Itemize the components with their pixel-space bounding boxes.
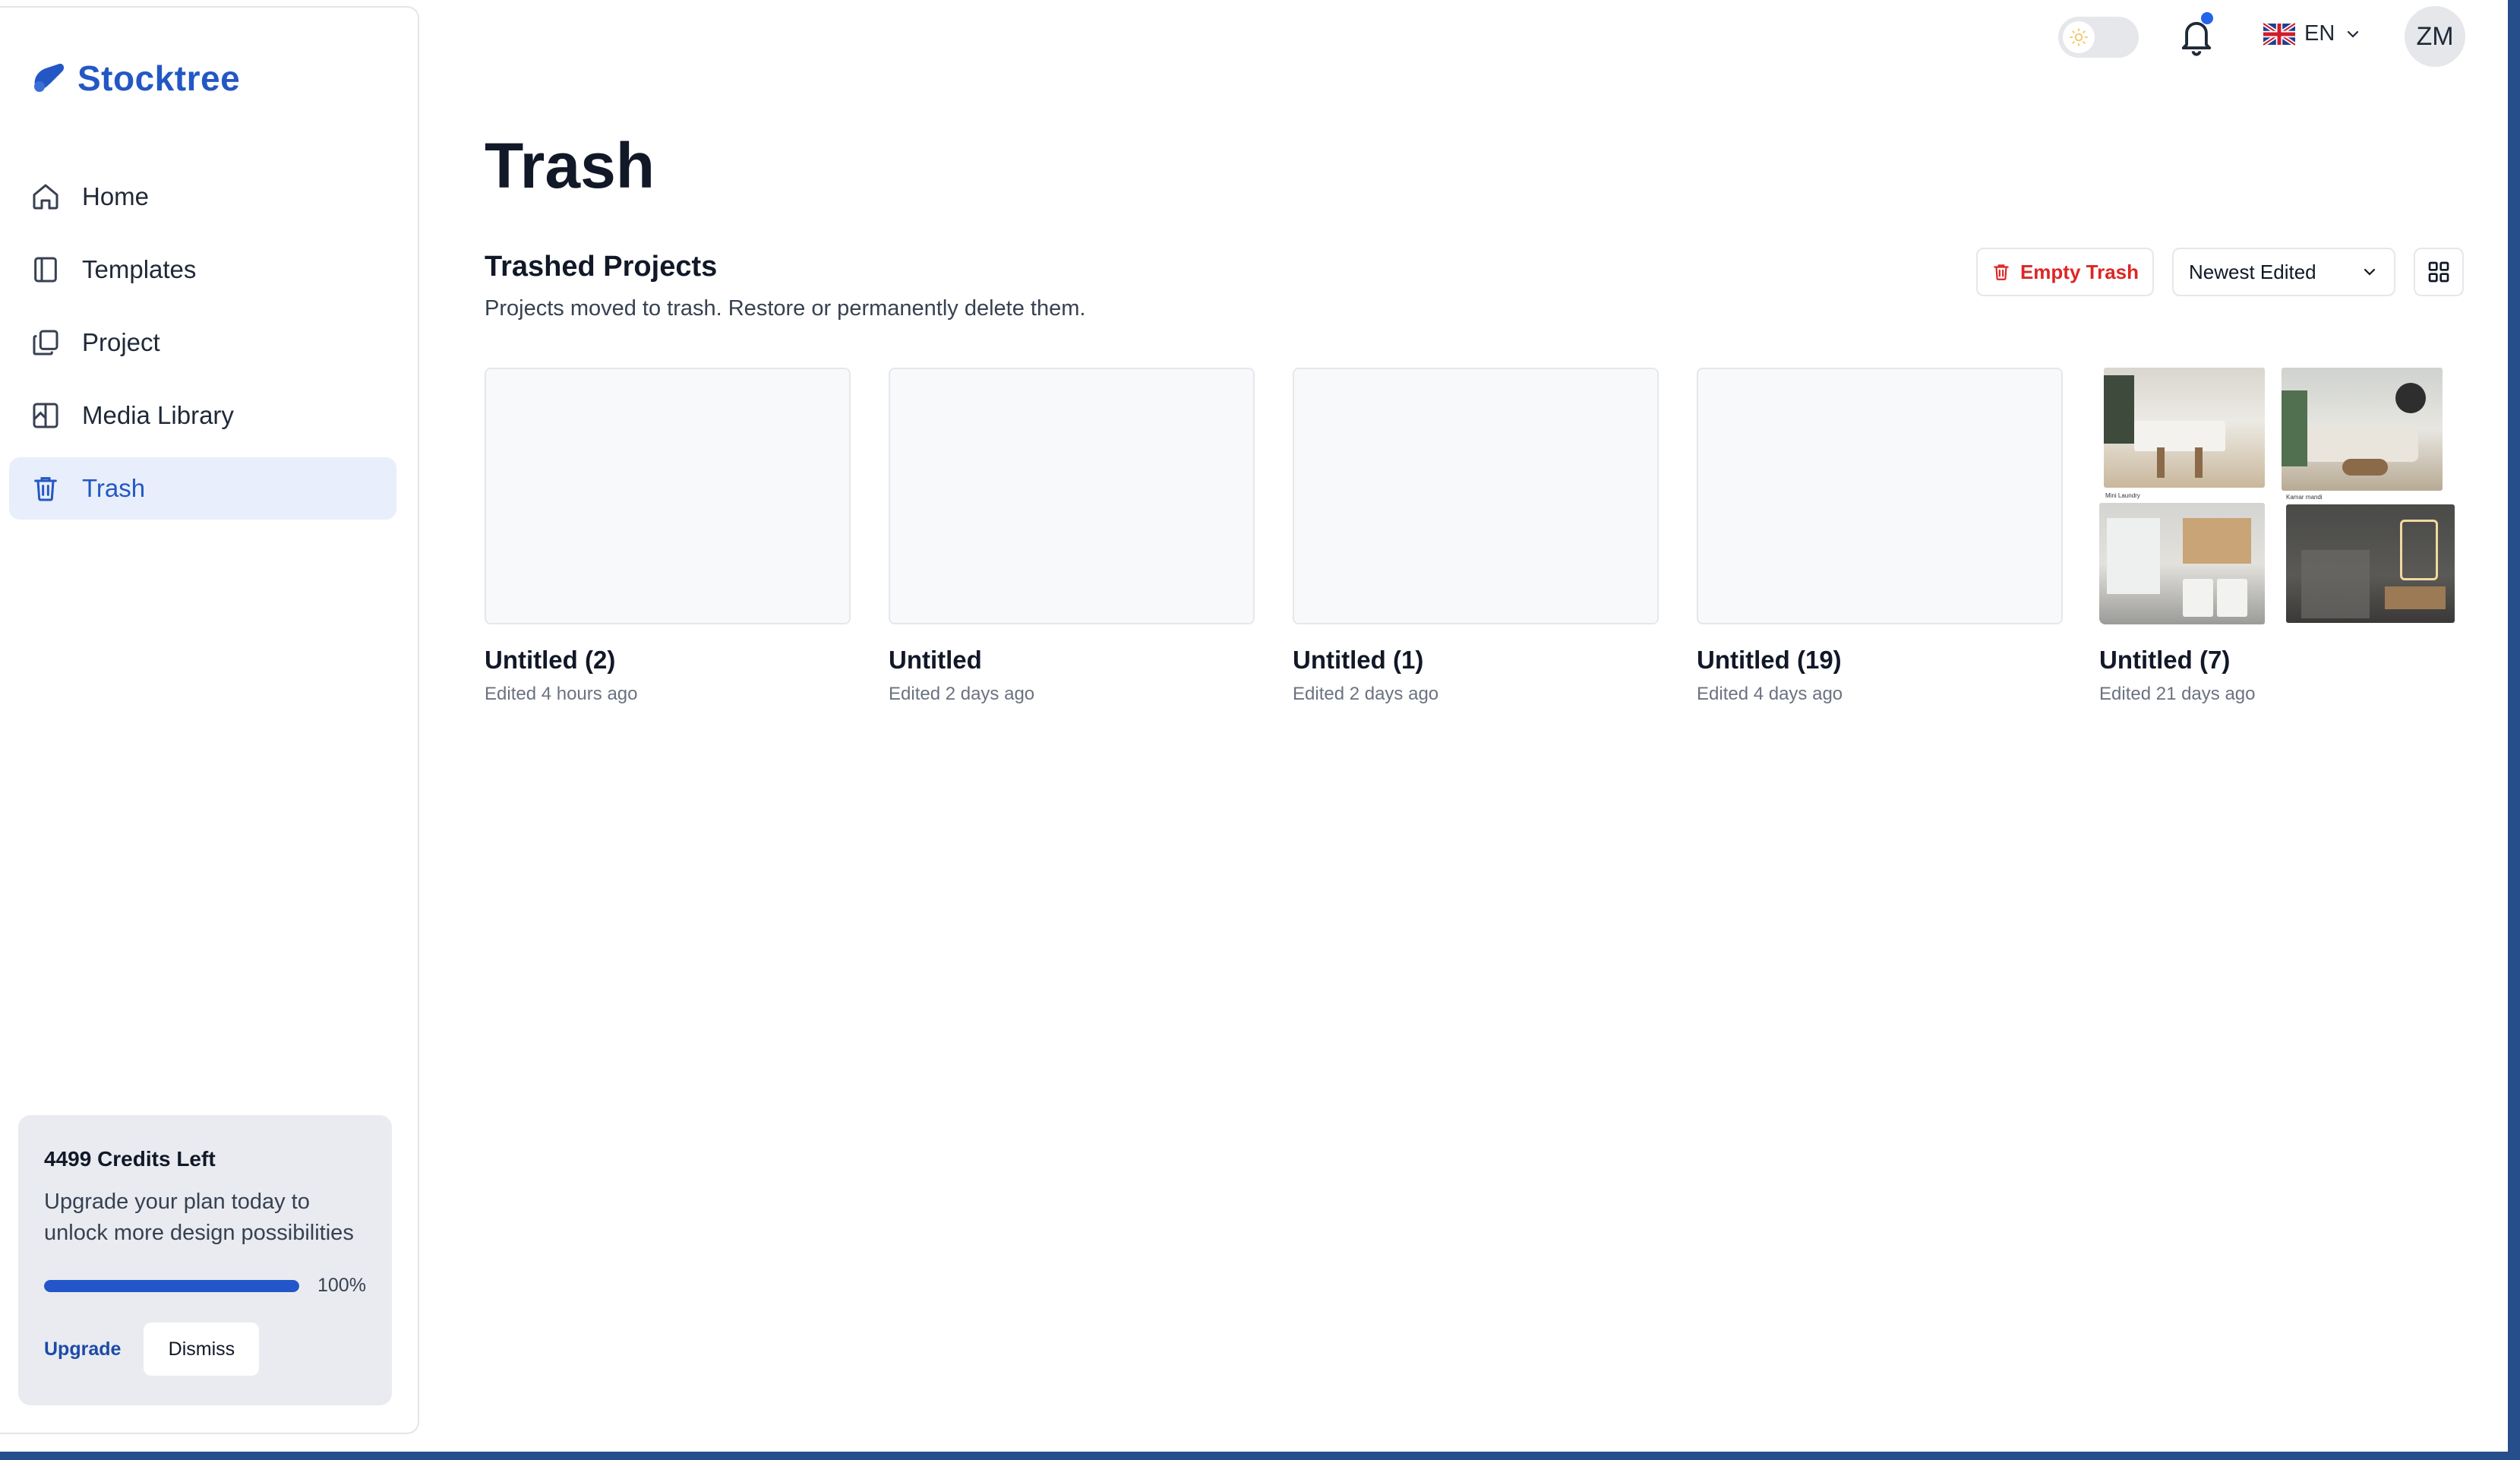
sun-icon: [2063, 21, 2095, 53]
project-thumbnail[interactable]: [485, 368, 851, 624]
credits-actions: Upgrade Dismiss: [44, 1323, 366, 1376]
thumbnail-caption: Kamar mandi: [2286, 494, 2323, 501]
sidebar-item-label: Trash: [82, 474, 146, 502]
project-edited-time: Edited 21 days ago: [2099, 684, 2256, 704]
uk-flag-icon: [2263, 22, 2295, 46]
sidebar-item-trash[interactable]: Trash: [9, 457, 396, 520]
brand-name: Stocktree: [77, 58, 241, 98]
credits-description: Upgrade your plan today to unlock more d…: [44, 1190, 354, 1245]
project-thumbnail[interactable]: [1697, 368, 2063, 624]
project-title: Untitled (1): [1293, 646, 1424, 674]
sidebar-item-templates[interactable]: Templates: [9, 239, 396, 301]
dismiss-button[interactable]: Dismiss: [144, 1323, 260, 1376]
empty-trash-button[interactable]: Empty Trash: [1976, 248, 2154, 296]
sidebar-item-label: Project: [82, 328, 160, 356]
sidebar: Stocktree Home Templates Project Media L…: [0, 6, 419, 1434]
brand-logo[interactable]: Stocktree: [29, 58, 240, 99]
project-edited-time: Edited 4 hours ago: [485, 684, 638, 704]
window-frame-bottom: [0, 1452, 2520, 1460]
empty-trash-label: Empty Trash: [2019, 260, 2139, 283]
avatar[interactable]: ZM: [2405, 6, 2465, 67]
sidebar-item-project[interactable]: Project: [9, 311, 396, 374]
language-selector[interactable]: EN: [2263, 21, 2362, 46]
project-edited-time: Edited 2 days ago: [889, 684, 1035, 704]
project-title: Untitled: [889, 646, 982, 674]
credits-panel: 4499 Credits Left Upgrade your plan toda…: [18, 1115, 392, 1405]
sidebar-item-home[interactable]: Home: [9, 166, 396, 228]
window-frame-right: [2508, 0, 2520, 1460]
project-card[interactable]: Untitled (19) Edited 4 days ago: [1697, 368, 2063, 705]
thumbnail-tile-laundry: [2099, 503, 2265, 624]
sidebar-item-label: Home: [82, 182, 150, 210]
chevron-down-icon: [2364, 268, 2376, 276]
credits-title: 4499 Credits Left: [44, 1147, 216, 1171]
section-title: Trashed Projects: [485, 251, 718, 283]
project-title: Untitled (2): [485, 646, 616, 674]
thumbnail-tile-living-room: [2282, 368, 2443, 491]
project-icon: [29, 326, 62, 359]
chevron-down-icon: [2348, 30, 2359, 38]
thumbnail-tile-bathroom: [2286, 504, 2455, 623]
project-card[interactable]: Untitled (2) Edited 4 hours ago: [485, 368, 851, 705]
project-edited-time: Edited 2 days ago: [1293, 684, 1439, 704]
project-title: Untitled (19): [1697, 646, 1842, 674]
sidebar-item-label: Media Library: [82, 401, 234, 429]
language-code: EN: [2304, 21, 2335, 46]
section-subtitle: Projects moved to trash. Restore or perm…: [485, 296, 1086, 321]
stocktree-logo-icon: [34, 63, 65, 92]
project-thumbnail[interactable]: [889, 368, 1255, 624]
theme-toggle[interactable]: [2058, 17, 2139, 58]
project-card[interactable]: Mini Laundry Kamar mandi Untitled (7) Ed…: [2099, 368, 2465, 705]
project-card[interactable]: Untitled Edited 2 days ago: [889, 368, 1255, 705]
sidebar-nav: Home Templates Project Media Library Tra…: [9, 166, 396, 530]
trash-icon: [1994, 264, 2009, 280]
project-thumbnail[interactable]: [1293, 368, 1659, 624]
trash-icon: [29, 472, 62, 505]
notification-dot: [2201, 12, 2213, 24]
upgrade-button[interactable]: Upgrade: [44, 1338, 121, 1360]
project-thumbnail[interactable]: Mini Laundry Kamar mandi: [2099, 368, 2465, 624]
progress-fill: [44, 1279, 299, 1292]
project-edited-time: Edited 4 days ago: [1697, 684, 1843, 704]
sidebar-item-media-library[interactable]: Media Library: [9, 384, 396, 447]
home-icon: [29, 180, 62, 213]
progress-track: [44, 1279, 299, 1292]
sidebar-item-label: Templates: [82, 255, 197, 283]
thumbnail-tile-kitchen: [2104, 368, 2265, 488]
page-title: Trash: [485, 130, 655, 201]
media-library-icon: [29, 399, 62, 432]
grid-view-icon: [2428, 261, 2449, 283]
sort-selected-value: Newest Edited: [2189, 260, 2316, 283]
project-title: Untitled (7): [2099, 646, 2231, 674]
project-card[interactable]: Untitled (1) Edited 2 days ago: [1293, 368, 1659, 705]
grid-view-button[interactable]: [2414, 248, 2464, 296]
sort-select[interactable]: Newest Edited: [2172, 248, 2395, 296]
credits-progress: 100%: [44, 1275, 366, 1297]
templates-icon: [29, 253, 62, 286]
thumbnail-caption: Mini Laundry: [2105, 492, 2140, 499]
progress-percent: 100%: [317, 1275, 366, 1296]
